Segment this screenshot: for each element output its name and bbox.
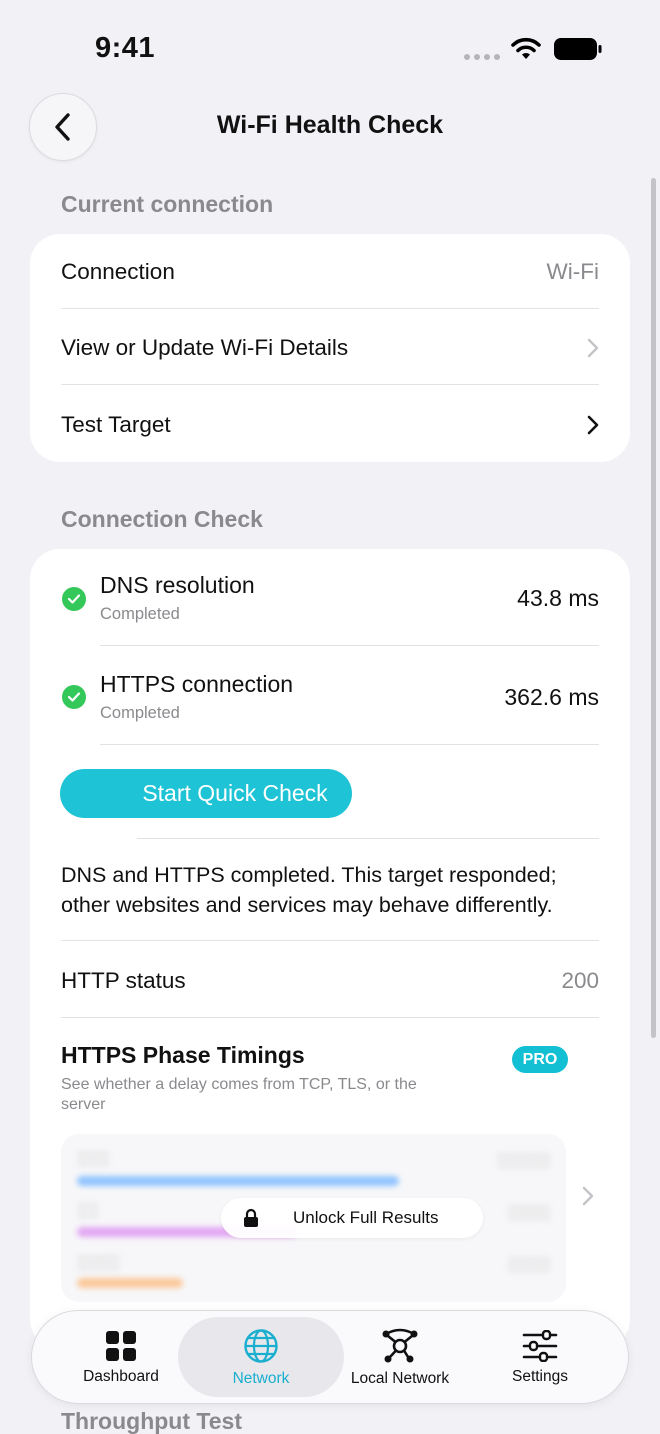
tab-local-network[interactable]: Local Network: [325, 1311, 475, 1405]
signal-dots-icon: [464, 54, 500, 60]
section-header-current-connection: Current connection: [61, 191, 274, 217]
blurred-value: ░░░░░: [496, 1152, 550, 1169]
https-check-status: Completed: [100, 704, 180, 722]
wifi-icon: [511, 37, 541, 59]
status-bar: 9:41: [0, 0, 660, 96]
https-check-title: HTTPS connection: [100, 671, 294, 697]
battery-icon: [554, 38, 602, 60]
connection-row: Connection Wi-Fi: [61, 253, 599, 291]
divider: [100, 744, 599, 745]
divider: [61, 940, 599, 941]
http-status-label: HTTP status: [61, 968, 186, 993]
blurred-label: ░░: [77, 1202, 99, 1219]
blurred-bar: [77, 1176, 399, 1186]
test-target-label: Test Target: [61, 412, 171, 437]
tab-label: Local Network: [350, 1370, 450, 1387]
locked-timings-preview[interactable]: ░░░ ░░░░░ ░░ ░░░░ ░░░░ ░░░░ Unlock Full …: [61, 1134, 566, 1302]
dns-check-title: DNS resolution: [100, 572, 255, 598]
dns-check-status: Completed: [100, 605, 180, 623]
check-summary-text: DNS and HTTPS completed. This target res…: [61, 863, 557, 917]
lock-icon: [244, 1208, 258, 1227]
timings-subtitle: See whether a delay comes from TCP, TLS,…: [61, 1076, 417, 1113]
tab-dashboard[interactable]: Dashboard: [46, 1311, 196, 1405]
tab-bar: Dashboard Network Local Network Settings: [31, 1310, 629, 1404]
section-header-connection-check: Connection Check: [61, 506, 263, 532]
blurred-value: ░░░░: [507, 1204, 550, 1221]
blurred-label: ░░░: [77, 1150, 109, 1167]
wifi-details-label: View or Update Wi-Fi Details: [61, 335, 349, 360]
test-target-row[interactable]: Test Target: [61, 406, 599, 444]
network-nodes-icon: [382, 1328, 418, 1363]
tab-label: Settings: [511, 1368, 568, 1385]
https-check-time: 362.6 ms: [504, 684, 599, 710]
start-quick-check-button[interactable]: Start Quick Check: [60, 769, 352, 818]
connection-check-card: DNS resolution Completed 43.8 ms HTTPS c…: [30, 549, 630, 1349]
http-status-row: HTTP status 200: [61, 962, 599, 1000]
globe-icon: [244, 1329, 278, 1363]
scrollbar[interactable]: [651, 178, 656, 1038]
blurred-value: ░░░░: [507, 1256, 550, 1273]
chevron-right-icon[interactable]: [582, 1186, 594, 1206]
pro-badge: PRO: [512, 1046, 568, 1073]
sliders-icon: [522, 1330, 558, 1362]
connection-value: Wi-Fi: [546, 259, 599, 284]
divider: [61, 384, 599, 385]
timings-title: HTTPS Phase Timings: [61, 1042, 305, 1068]
chevron-right-icon: [587, 415, 599, 435]
blurred-bar: [77, 1278, 183, 1288]
divider: [100, 645, 599, 646]
status-time: 9:41: [95, 32, 156, 64]
page-title: Wi-Fi Health Check: [216, 111, 444, 139]
unlock-full-results-button[interactable]: Unlock Full Results: [221, 1198, 483, 1238]
divider: [137, 838, 599, 839]
tab-label: Network: [232, 1370, 290, 1387]
section-header-throughput-test: Throughput Test: [61, 1408, 242, 1434]
divider: [61, 308, 599, 309]
blurred-label: ░░░░: [77, 1254, 120, 1271]
current-connection-card: Connection Wi-Fi View or Update Wi-Fi De…: [30, 234, 630, 462]
chevron-right-icon: [587, 338, 599, 358]
http-status-value: 200: [561, 968, 599, 993]
tab-network[interactable]: Network: [186, 1311, 336, 1405]
dns-check-time: 43.8 ms: [517, 585, 599, 611]
connection-label: Connection: [61, 259, 175, 284]
tab-settings[interactable]: Settings: [465, 1311, 615, 1405]
tab-label: Dashboard: [83, 1368, 159, 1385]
grid-icon: [106, 1331, 136, 1361]
divider: [61, 1017, 599, 1018]
wifi-details-row[interactable]: View or Update Wi-Fi Details: [61, 329, 599, 367]
checkmark-circle-icon: [62, 685, 86, 709]
unlock-label: Unlock Full Results: [293, 1208, 439, 1227]
checkmark-circle-icon: [62, 587, 86, 611]
